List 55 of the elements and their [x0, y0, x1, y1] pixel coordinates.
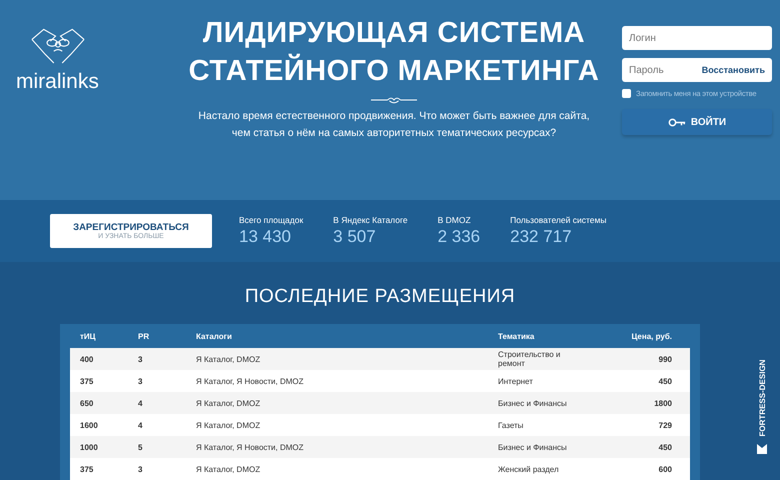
- hero-description: Настало время естественного продвижения. Что может быть важнее для сайта, чем статья о нём на самых авторитетных тематических ресурсах?: [197, 109, 591, 141]
- table-cell-text: Я Каталог, DMOZ: [196, 354, 262, 364]
- table-cell-text: Женский раздел: [498, 464, 560, 474]
- table-cell-text: Я Каталог, DMOZ: [196, 464, 262, 474]
- stat-label: Пользователей системы: [510, 215, 606, 225]
- restore-link[interactable]: Восстановить: [702, 65, 765, 75]
- table-cell-text: Строительство и ремонт: [498, 350, 562, 368]
- table-cell-text: 400: [80, 354, 94, 364]
- table-cell-text: 1000: [80, 442, 99, 452]
- ornament-divider-icon: [371, 96, 417, 104]
- table-cell-text: 450: [658, 376, 672, 386]
- table-cell-text: Я Каталог, Я Новости, DMOZ: [196, 442, 305, 452]
- section-title: ПОСЛЕДНИЕ РАЗМЕЩЕНИЯ: [244, 286, 516, 308]
- column-header: тИЦ: [80, 332, 97, 340]
- login-field[interactable]: Логин: [622, 26, 772, 50]
- table-cell-text: Интернет: [498, 376, 534, 386]
- stat-value: 13 430: [239, 227, 292, 247]
- table-cell-text: Бизнес и Финансы: [498, 442, 568, 452]
- table-cell-text: 3: [138, 464, 144, 474]
- stat-value: 232 717: [510, 227, 573, 247]
- column-header: Тематика: [498, 332, 536, 340]
- table-cell-text: 4: [138, 420, 144, 430]
- table-cell-text: 4: [138, 398, 144, 408]
- stat-label: В DMOZ: [438, 215, 472, 225]
- logo-text[interactable]: miralinks: [16, 70, 99, 94]
- table-cell-text: 3: [138, 376, 144, 386]
- table-cell-text: Бизнес и Финансы: [498, 398, 568, 408]
- login-button[interactable]: ВОЙТИ: [622, 109, 772, 135]
- table-cell-text: 3: [138, 354, 144, 364]
- remember-checkbox[interactable]: [622, 89, 631, 98]
- column-header: PR: [138, 332, 150, 340]
- key-icon: [668, 118, 686, 126]
- table-cell-text: 990: [658, 354, 672, 364]
- stat-value: 3 507: [333, 227, 377, 247]
- table-cell-text: 729: [658, 420, 672, 430]
- column-header: Каталоги: [196, 332, 233, 340]
- table-cell-text: 375: [80, 464, 94, 474]
- table-cell-text: Я Каталог, Я Новости, DMOZ: [196, 376, 305, 386]
- table-cell-text: 1800: [653, 398, 672, 408]
- stat-value: 2 336: [438, 227, 480, 247]
- table-cell-text: 450: [658, 442, 672, 452]
- password-field[interactable]: Пароль Восстановить: [622, 58, 772, 82]
- stat-label: Всего площадок: [239, 215, 304, 225]
- table-cell-text: Я Каталог, DMOZ: [196, 398, 262, 408]
- stat-label: В Яндекс Каталоге: [333, 215, 408, 225]
- column-header: Цена, руб.: [630, 332, 672, 340]
- table-cell-text: 5: [138, 442, 144, 452]
- table-cell-text: Я Каталог, DMOZ: [196, 420, 262, 430]
- table-cell-text: Газеты: [498, 420, 524, 430]
- table-cell-text: 650: [80, 398, 94, 408]
- hero-title: ЛИДИРУЮЩАЯ СИСТЕМА СТАТЕЙНОГО МАРКЕТИНГА: [188, 16, 600, 89]
- fortress-design-badge[interactable]: FORTRESS-DESIGN: [754, 342, 770, 454]
- table-cell-text: 600: [658, 464, 672, 474]
- table-cell-text: 1600: [80, 420, 99, 430]
- table-cell-text: 375: [80, 376, 94, 386]
